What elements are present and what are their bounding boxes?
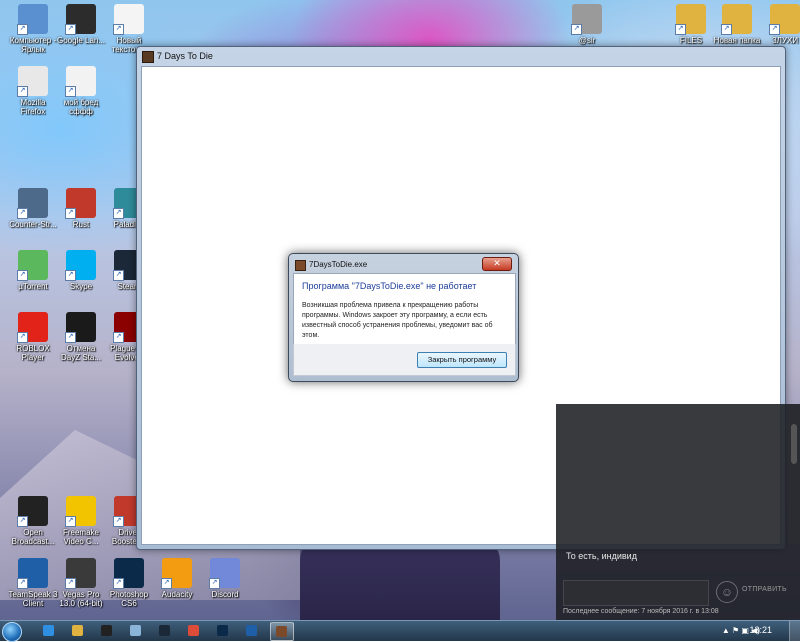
photoshop-icon bbox=[217, 625, 228, 636]
desktop-icon-label: Discord bbox=[211, 590, 239, 599]
desktop-icon[interactable]: ↗ ЗЛУХИ bbox=[754, 4, 800, 45]
shortcut-arrow-icon: ↗ bbox=[65, 516, 76, 527]
taskbar-item-teamspeak[interactable] bbox=[241, 622, 263, 639]
shortcut-icon: ↗ bbox=[65, 4, 96, 35]
shortcut-arrow-icon: ↗ bbox=[17, 270, 28, 281]
obs-icon bbox=[101, 625, 112, 636]
desktop-wallpaper: ↗ Компьютер - Ярлык ↗ Google Lan... ↗ Новый т… bbox=[0, 0, 800, 620]
shortcut-icon: ↗ bbox=[17, 4, 48, 35]
desktop-icon[interactable]: ↗ Discord bbox=[194, 558, 256, 599]
taskbar: ▲ ⚑ ▣ ◀) 13:21 bbox=[0, 620, 800, 642]
shortcut-icon: ↗ bbox=[209, 558, 240, 589]
desktop-icon-label: ЗЛУХИ bbox=[771, 36, 799, 45]
dialog-footer: Закрыть программу bbox=[293, 344, 516, 376]
chat-scrollbar[interactable] bbox=[788, 404, 800, 544]
shortcut-arrow-icon: ↗ bbox=[65, 578, 76, 589]
dialog-heading: Программа "7DaysToDie.exe" не работает bbox=[302, 281, 477, 291]
shortcut-icon: ↗ bbox=[17, 250, 48, 281]
show-desktop-button[interactable] bbox=[789, 621, 800, 641]
shortcut-arrow-icon: ↗ bbox=[113, 332, 124, 343]
shortcut-icon: ↗ bbox=[571, 4, 602, 35]
shortcut-arrow-icon: ↗ bbox=[17, 86, 28, 97]
chat-message: То есть, индивид bbox=[566, 551, 637, 561]
close-program-button[interactable]: Закрыть программу bbox=[417, 352, 507, 368]
send-button[interactable]: ОТПРАВИТЬ bbox=[742, 586, 787, 593]
desktop-icon-label: @sir bbox=[578, 36, 596, 45]
explorer-icon bbox=[72, 625, 83, 636]
shortcut-arrow-icon: ↗ bbox=[571, 24, 582, 35]
shortcut-icon: ↗ bbox=[113, 4, 144, 35]
shortcut-arrow-icon: ↗ bbox=[113, 270, 124, 281]
shortcut-arrow-icon: ↗ bbox=[721, 24, 732, 35]
shortcut-icon: ↗ bbox=[17, 312, 48, 343]
emoji-icon[interactable]: ☺ bbox=[716, 581, 738, 603]
teamspeak-icon bbox=[246, 625, 257, 636]
taskbar-item-explorer[interactable] bbox=[67, 622, 89, 639]
steam-icon bbox=[159, 625, 170, 636]
shortcut-icon: ↗ bbox=[65, 66, 96, 97]
last-message-info: Последнее сообщение: 7 ноября 2016 г. в … bbox=[563, 608, 719, 615]
shortcut-arrow-icon: ↗ bbox=[65, 86, 76, 97]
shortcut-icon: ↗ bbox=[17, 496, 48, 527]
ie-icon bbox=[43, 625, 54, 636]
shortcut-icon: ↗ bbox=[17, 66, 48, 97]
scrollbar-thumb[interactable] bbox=[791, 424, 797, 464]
shortcut-arrow-icon: ↗ bbox=[17, 578, 28, 589]
shortcut-arrow-icon: ↗ bbox=[17, 516, 28, 527]
shortcut-icon: ↗ bbox=[65, 188, 96, 219]
shortcut-arrow-icon: ↗ bbox=[161, 578, 172, 589]
taskbar-item-ie[interactable] bbox=[38, 622, 60, 639]
taskbar-item-chrome[interactable] bbox=[183, 622, 205, 639]
shortcut-icon: ↗ bbox=[65, 558, 96, 589]
taskbar-item-obs[interactable] bbox=[96, 622, 118, 639]
taskbar-item-7dtd[interactable] bbox=[270, 622, 294, 641]
chat-input[interactable] bbox=[563, 580, 709, 606]
taskbar-item-steam[interactable] bbox=[154, 622, 176, 639]
shortcut-icon: ↗ bbox=[17, 558, 48, 589]
shortcut-arrow-icon: ↗ bbox=[769, 24, 780, 35]
shortcut-icon: ↗ bbox=[65, 496, 96, 527]
shortcut-arrow-icon: ↗ bbox=[113, 24, 124, 35]
shortcut-arrow-icon: ↗ bbox=[65, 270, 76, 281]
shortcut-icon: ↗ bbox=[65, 312, 96, 343]
chat-window: То есть, индивид ☺ ОТПРАВИТЬ Последнее с… bbox=[556, 404, 800, 620]
shortcut-arrow-icon: ↗ bbox=[65, 208, 76, 219]
shortcut-arrow-icon: ↗ bbox=[17, 332, 28, 343]
shortcut-icon: ↗ bbox=[17, 188, 48, 219]
7dtd-icon bbox=[276, 626, 287, 637]
shortcut-icon: ↗ bbox=[675, 4, 706, 35]
shortcut-arrow-icon: ↗ bbox=[17, 208, 28, 219]
desktop-icon-label: мой бред сффф bbox=[63, 98, 99, 116]
media-icon bbox=[130, 625, 141, 636]
clock[interactable]: 13:21 bbox=[749, 625, 772, 635]
dialog-title: 7DaysToDie.exe bbox=[309, 260, 368, 269]
shortcut-arrow-icon: ↗ bbox=[113, 208, 124, 219]
shortcut-arrow-icon: ↗ bbox=[65, 332, 76, 343]
dialog-message: Возникшая проблема привела к прекращению… bbox=[302, 302, 493, 339]
taskbar-item-photoshop[interactable] bbox=[212, 622, 234, 639]
desktop-icon[interactable]: ↗ мой бред сффф bbox=[50, 66, 112, 116]
dialog-body: Программа "7DaysToDie.exe" не работает В… bbox=[293, 273, 516, 345]
app-window-title: 7 Days To Die bbox=[157, 51, 213, 61]
shortcut-icon: ↗ bbox=[161, 558, 192, 589]
app-icon bbox=[295, 260, 306, 271]
desktop-icon[interactable]: ↗ @sir bbox=[556, 4, 618, 45]
shortcut-arrow-icon: ↗ bbox=[17, 24, 28, 35]
shortcut-icon: ↗ bbox=[721, 4, 752, 35]
game-icon bbox=[142, 51, 154, 63]
error-dialog[interactable]: 7DaysToDie.exe ✕ Программа "7DaysToDie.e… bbox=[288, 253, 519, 382]
shortcut-arrow-icon: ↗ bbox=[113, 578, 124, 589]
shortcut-arrow-icon: ↗ bbox=[675, 24, 686, 35]
shortcut-arrow-icon: ↗ bbox=[65, 24, 76, 35]
shortcut-arrow-icon: ↗ bbox=[113, 516, 124, 527]
shortcut-icon: ↗ bbox=[65, 250, 96, 281]
start-button[interactable] bbox=[2, 622, 22, 642]
taskbar-item-media[interactable] bbox=[125, 622, 147, 639]
shortcut-arrow-icon: ↗ bbox=[209, 578, 220, 589]
chrome-icon bbox=[188, 625, 199, 636]
close-button[interactable]: ✕ bbox=[482, 257, 512, 271]
shortcut-icon: ↗ bbox=[769, 4, 800, 35]
shortcut-icon: ↗ bbox=[113, 558, 144, 589]
